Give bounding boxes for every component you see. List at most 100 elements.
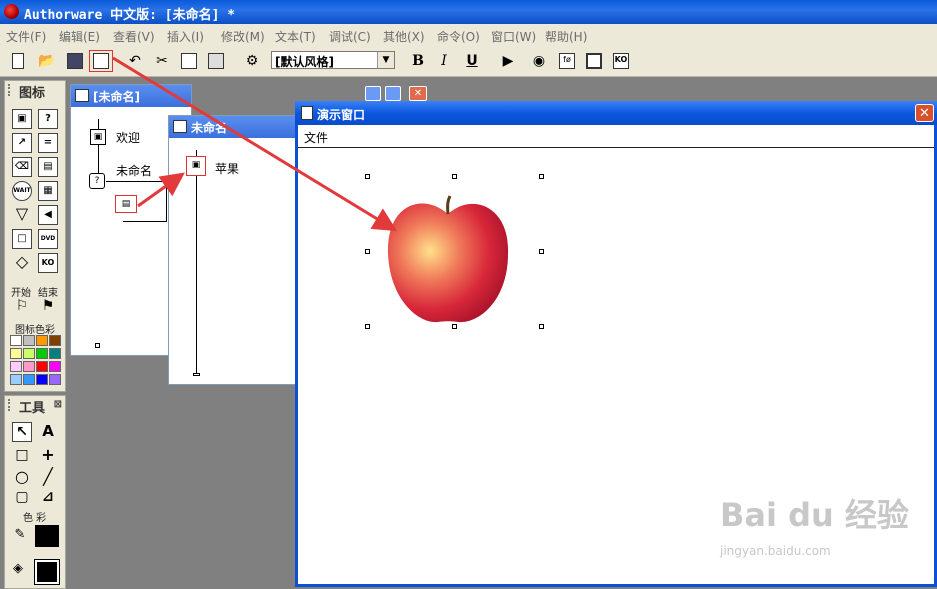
text-tool-icon[interactable]: A xyxy=(38,422,58,442)
menu-view[interactable]: 查看(V) xyxy=(113,28,155,45)
end-flag-icon[interactable]: ⚑ xyxy=(38,298,58,318)
color-swatch[interactable] xyxy=(10,348,22,359)
color-swatch[interactable] xyxy=(23,374,35,385)
menu-command[interactable]: 命令(O) xyxy=(437,28,480,45)
foreground-color-swatch[interactable] xyxy=(34,559,60,585)
resize-handle[interactable] xyxy=(539,174,544,179)
pointer-tool-icon[interactable]: ↖ xyxy=(12,422,32,442)
color-swatch[interactable] xyxy=(36,361,48,372)
flow-item-welcome[interactable]: 欢迎 xyxy=(116,129,140,146)
color-swatch[interactable] xyxy=(49,361,61,372)
dvd-icon[interactable]: DVD xyxy=(38,229,58,249)
motion-icon[interactable]: ↗ xyxy=(12,133,32,153)
menu-modify[interactable]: 修改(M) xyxy=(221,28,265,45)
map-icon[interactable]: ▤ xyxy=(38,157,58,177)
italic-button[interactable]: I xyxy=(434,51,454,71)
polygon-tool-icon[interactable]: ⊿ xyxy=(38,488,58,508)
navigate-icon[interactable]: ▽ xyxy=(12,205,32,225)
pen-color-icon[interactable]: ✎ xyxy=(10,526,30,546)
menu-text[interactable]: 文本(T) xyxy=(275,28,316,45)
presentation-menu-file[interactable]: 文件 xyxy=(304,129,328,146)
color-swatch[interactable] xyxy=(36,374,48,385)
copy-icon[interactable] xyxy=(179,51,199,71)
menu-insert[interactable]: 插入(I) xyxy=(167,28,204,45)
color-swatch[interactable] xyxy=(23,335,35,346)
restart-icon[interactable]: ▶ xyxy=(498,51,518,71)
paste-icon[interactable] xyxy=(206,51,226,71)
menu-other[interactable]: 其他(X) xyxy=(383,28,425,45)
resize-handle[interactable] xyxy=(365,174,370,179)
menu-edit[interactable]: 编辑(E) xyxy=(59,28,100,45)
knowledge-object-icon[interactable]: KO xyxy=(611,51,631,71)
paste-hand-marker[interactable] xyxy=(95,343,100,348)
calculation-icon[interactable]: = xyxy=(38,133,58,153)
close-icon[interactable]: ⊠ xyxy=(54,399,62,410)
cut-icon[interactable]: ✂ xyxy=(152,51,172,71)
menu-file[interactable]: 文件(F) xyxy=(6,28,46,45)
underline-button[interactable]: U xyxy=(462,51,482,71)
style-select[interactable]: [默认风格] ▼ xyxy=(271,51,395,69)
color-swatch[interactable] xyxy=(36,348,48,359)
function-window-icon[interactable]: fø xyxy=(557,51,577,71)
menu-help[interactable]: 帮助(H) xyxy=(545,28,587,45)
ellipse-tool-icon[interactable]: ○ xyxy=(12,468,32,488)
sound-icon[interactable]: ◀ xyxy=(38,205,58,225)
resize-handle[interactable] xyxy=(365,324,370,329)
display-icon[interactable]: ▣ xyxy=(90,129,106,145)
maximize-icon[interactable] xyxy=(385,86,401,101)
close-icon[interactable]: ✕ xyxy=(409,86,427,101)
color-swatch[interactable] xyxy=(49,374,61,385)
open-folder-icon[interactable]: 📂 xyxy=(37,51,57,71)
menu-window[interactable]: 窗口(W) xyxy=(491,28,536,45)
digital-movie-icon[interactable]: ▦ xyxy=(38,181,58,201)
diagonal-line-tool-icon[interactable]: ╱ xyxy=(38,468,58,488)
menu-debug[interactable]: 调试(C) xyxy=(329,28,371,45)
ko-icon[interactable]: KO xyxy=(38,253,58,273)
decision-icon[interactable]: ◇ xyxy=(12,253,32,273)
window-controls: ✕ xyxy=(363,86,433,102)
save-all-icon[interactable] xyxy=(65,51,85,71)
restart-from-flag-icon[interactable]: ◉ xyxy=(529,51,549,71)
import-icon[interactable] xyxy=(89,50,113,72)
rectangle-tool-icon[interactable]: □ xyxy=(12,446,32,466)
orthogonal-line-tool-icon[interactable]: + xyxy=(38,446,58,466)
chevron-down-icon[interactable]: ▼ xyxy=(377,52,394,68)
undo-icon[interactable]: ↶ xyxy=(125,51,145,71)
grip-icon[interactable] xyxy=(8,399,13,411)
line-color-swatch[interactable] xyxy=(35,525,59,547)
grip-icon[interactable] xyxy=(8,84,13,96)
color-swatch[interactable] xyxy=(49,348,61,359)
color-swatch[interactable] xyxy=(49,335,61,346)
fill-color-icon[interactable]: ◈ xyxy=(8,560,28,580)
close-button[interactable]: ✕ xyxy=(915,104,934,122)
resize-handle[interactable] xyxy=(452,174,457,179)
color-swatch[interactable] xyxy=(10,335,22,346)
resize-handle[interactable] xyxy=(365,249,370,254)
color-swatch[interactable] xyxy=(10,361,22,372)
color-swatch[interactable] xyxy=(36,335,48,346)
start-flag-icon[interactable]: ⚐ xyxy=(12,298,32,318)
resize-handle[interactable] xyxy=(452,324,457,329)
flow-item-untitled[interactable]: 未命名 xyxy=(116,162,152,179)
interaction-icon[interactable]: ? xyxy=(89,173,105,189)
map-icon[interactable]: ▤ xyxy=(115,195,137,213)
color-swatch[interactable] xyxy=(23,348,35,359)
interaction-icon[interactable]: ? xyxy=(38,109,58,129)
flow-item-apple[interactable]: 苹果 xyxy=(215,160,239,177)
display-icon[interactable]: ▣ xyxy=(186,156,206,176)
minimize-icon[interactable] xyxy=(365,86,381,101)
variable-window-icon[interactable] xyxy=(584,51,604,71)
erase-icon[interactable]: ⌫ xyxy=(12,157,32,177)
color-swatch[interactable] xyxy=(10,374,22,385)
rounded-rect-tool-icon[interactable]: ▢ xyxy=(12,488,32,508)
apple-image[interactable] xyxy=(368,174,528,334)
bold-button[interactable]: B xyxy=(408,51,428,71)
find-icon[interactable]: ⚙ xyxy=(242,51,262,71)
resize-handle[interactable] xyxy=(539,249,544,254)
color-swatch[interactable] xyxy=(23,361,35,372)
wait-icon[interactable]: WAIT xyxy=(12,181,32,201)
framework-icon[interactable]: □ xyxy=(12,229,32,249)
new-file-icon[interactable] xyxy=(8,51,28,71)
display-icon[interactable]: ▣ xyxy=(12,109,32,129)
resize-handle[interactable] xyxy=(539,324,544,329)
